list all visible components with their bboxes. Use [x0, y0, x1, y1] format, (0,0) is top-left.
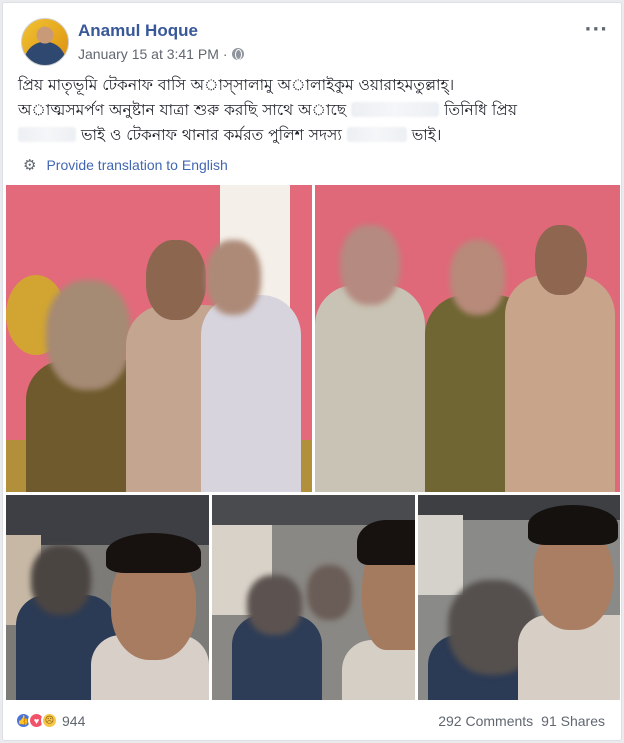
timestamp[interactable]: January 15 at 3:41 PM — [78, 46, 219, 62]
translate-link[interactable]: ⚙ Provide translation to English — [23, 156, 228, 174]
post-photo-5[interactable] — [418, 495, 620, 700]
post-text-line-3: ভাই ও টেকনাফ থানার কর্মরত পুলিশ সদস্য ভা… — [18, 123, 613, 148]
redacted-name — [351, 102, 440, 117]
photo-hair — [528, 505, 618, 545]
photo-person-kurta — [505, 275, 615, 492]
comments-count-link[interactable]: 292 Comments — [438, 713, 533, 729]
engagement-counts: 292 Comments 91 Shares — [438, 713, 605, 729]
globe-icon[interactable] — [231, 48, 244, 60]
author-name[interactable]: Anamul Hoque — [78, 21, 198, 41]
post-footer: 👍 ♥ ☹ 944 292 Comments 91 Shares — [15, 708, 605, 738]
photo-blurred-face — [46, 280, 131, 390]
post-text-line-1: প্রিয় মাতৃভূমি টেকনাফ বাসি অাস্সালামু অ… — [18, 76, 455, 94]
photo-blurred-face — [340, 225, 400, 305]
photo-face — [146, 240, 206, 320]
more-options-button[interactable]: ··· — [584, 19, 608, 40]
meta-separator: · — [222, 46, 228, 62]
photo-blurred-face — [31, 545, 91, 615]
reactions-summary[interactable]: 👍 ♥ ☹ 944 — [15, 712, 85, 729]
photo-face — [535, 225, 587, 295]
post-photo-2[interactable] — [315, 185, 620, 492]
photo-hair — [106, 533, 201, 573]
reaction-count: 944 — [62, 712, 86, 729]
translate-label: Provide translation to English — [46, 157, 228, 173]
photo-blurred-face — [206, 240, 261, 315]
photo-hair — [357, 520, 415, 565]
post-text-line-2: অাত্মসমর্পণ অনুষ্টান যাত্রা শুরু করছি সা… — [18, 98, 613, 123]
gear-icon: ⚙ — [23, 157, 37, 174]
photo-person-shirt — [201, 295, 301, 492]
redacted-name — [346, 127, 407, 142]
post-meta: January 15 at 3:41 PM · — [78, 46, 244, 62]
redacted-name — [18, 127, 76, 142]
photo-blurred-face — [247, 575, 302, 635]
post-header: Anamul Hoque January 15 at 3:41 PM · ··· — [18, 15, 608, 69]
post-photo-1[interactable] — [6, 185, 312, 492]
post-text-segment: অাত্মসমর্পণ অনুষ্টান যাত্রা শুরু করছি সা… — [18, 101, 347, 119]
photo-car-window — [418, 515, 463, 595]
shares-count-link[interactable]: 91 Shares — [541, 713, 605, 729]
photo-blurred-face — [307, 565, 352, 620]
post-text-segment: তিনিধি প্রিয় — [444, 101, 517, 119]
avatar[interactable] — [21, 18, 69, 66]
post-photo-3[interactable] — [6, 495, 209, 700]
post-text: প্রিয় মাতৃভূমি টেকনাফ বাসি অাস্সালামু অ… — [18, 73, 613, 148]
post-text-segment: ভাই। — [411, 126, 442, 144]
photo-person-jacket — [315, 285, 425, 492]
photo-blurred-face — [450, 240, 505, 315]
post-photo-4[interactable] — [212, 495, 415, 700]
post-text-segment: ভাই ও টেকনাফ থানার কর্মরত পুলিশ সদস্য — [80, 126, 342, 144]
sad-icon: ☹ — [41, 712, 58, 729]
